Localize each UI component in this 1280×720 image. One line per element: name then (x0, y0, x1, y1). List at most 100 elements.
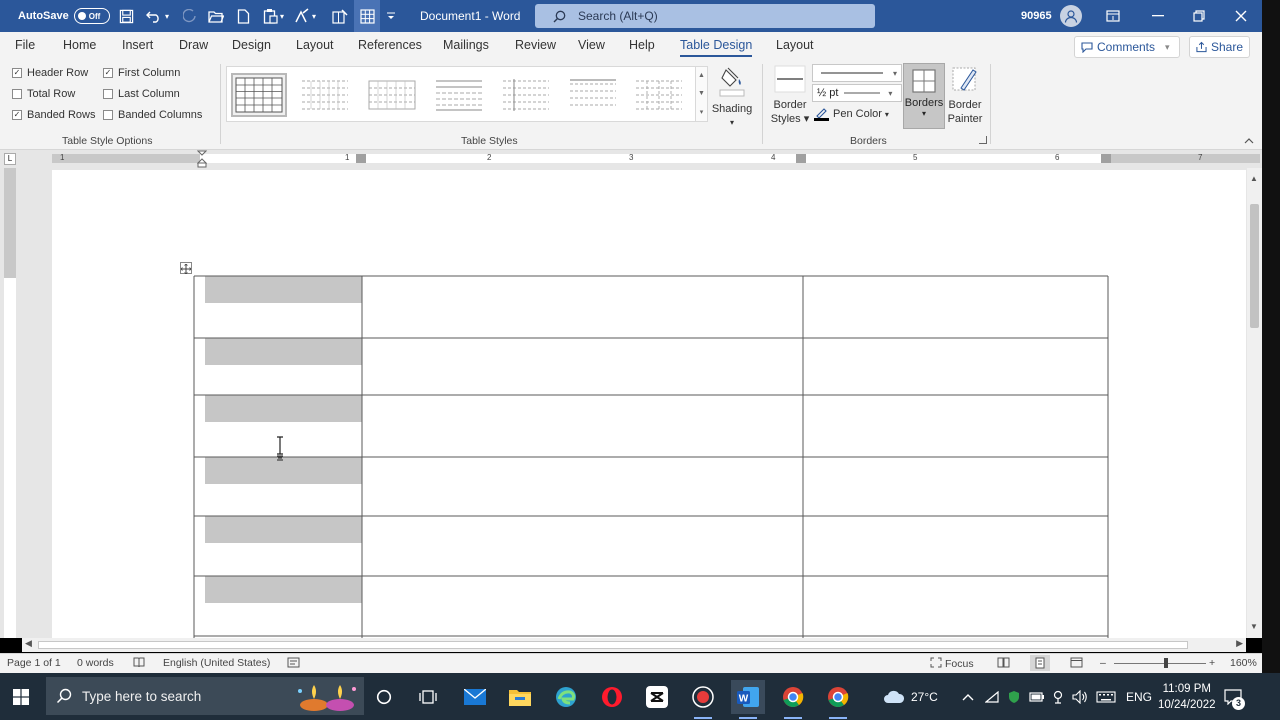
notification-center-icon[interactable]: 3 (1224, 673, 1245, 720)
restore-icon[interactable] (1193, 0, 1205, 32)
table-style-plain-3[interactable] (431, 73, 487, 117)
read-mode-icon[interactable] (997, 657, 1010, 671)
language-status[interactable]: English (United States) (163, 657, 270, 669)
open-folder-icon[interactable] (206, 0, 226, 32)
collapse-ribbon-icon[interactable] (1244, 136, 1254, 147)
banded-rows-checkbox[interactable]: ✓ Banded Rows (12, 109, 96, 121)
word-app-icon[interactable]: W (731, 680, 765, 719)
banded-columns-checkbox[interactable]: Banded Columns (103, 109, 202, 121)
autosave-toggle[interactable]: Off (73, 8, 110, 24)
first-column-checkbox[interactable]: ✓ First Column (103, 67, 180, 79)
tab-table-design[interactable]: Table Design (680, 38, 753, 57)
border-styles-button[interactable]: Border Styles ▾ (768, 64, 812, 126)
table-style-plain-1[interactable] (297, 73, 353, 117)
tab-review[interactable]: Review (515, 38, 556, 52)
scroll-up-icon[interactable]: ▲ (1250, 174, 1258, 183)
line-weight-dropdown[interactable]: ½ pt ▾ (812, 84, 902, 102)
tab-help[interactable]: Help (629, 38, 655, 52)
file-explorer-icon[interactable] (503, 680, 537, 714)
capcut-app-icon[interactable] (640, 680, 674, 714)
taskbar-search[interactable]: Type here to search (46, 677, 364, 715)
horizontal-scrollbar[interactable]: ◀ ▶ (22, 638, 1246, 652)
table-style-plain-2[interactable] (364, 73, 420, 117)
meet-now-icon[interactable] (1052, 673, 1064, 720)
document-table[interactable] (52, 170, 1246, 638)
table-style-grid-selected[interactable] (231, 73, 287, 117)
borders-dialog-launcher-icon[interactable] (979, 136, 987, 144)
header-row-checkbox[interactable]: ✓ Header Row (12, 67, 88, 79)
chrome-browser-icon-2[interactable] (821, 680, 855, 719)
insert-table-icon[interactable] (354, 0, 380, 32)
save-icon[interactable] (116, 0, 136, 32)
zoom-level[interactable]: 160% (1230, 657, 1257, 669)
windows-start-icon[interactable] (4, 680, 38, 714)
column-marker[interactable] (796, 154, 806, 163)
pen-color-button[interactable]: Pen Color ▾ (814, 107, 889, 121)
share-button[interactable]: Share (1189, 36, 1250, 58)
scroll-right-icon[interactable]: ▶ (1236, 638, 1243, 649)
customize-qat-icon[interactable] (386, 0, 396, 32)
gallery-scroll[interactable]: ▲ ▼ ▾ (695, 66, 708, 122)
account-button[interactable] (1060, 0, 1082, 32)
minimize-icon[interactable] (1152, 0, 1164, 32)
word-count[interactable]: 0 words (77, 657, 114, 669)
clock[interactable]: 11:09 PM 10/24/2022 (1158, 673, 1216, 720)
zoom-slider[interactable] (1114, 658, 1206, 668)
defender-icon[interactable] (1007, 673, 1021, 720)
undo-icon[interactable]: ▾ (144, 0, 169, 32)
macro-icon[interactable] (287, 657, 300, 671)
screen-recorder-icon[interactable] (686, 680, 720, 719)
format-painter-icon[interactable]: ▾ (292, 0, 316, 32)
autosave-control[interactable]: AutoSave Off (18, 0, 110, 32)
battery-icon[interactable] (1029, 673, 1045, 720)
print-layout-icon[interactable] (1030, 655, 1050, 671)
tab-draw[interactable]: Draw (179, 38, 208, 52)
draw-table-icon[interactable] (330, 0, 350, 32)
task-view-icon[interactable] (411, 680, 445, 714)
document-page[interactable] (52, 170, 1246, 638)
new-document-icon[interactable] (233, 0, 253, 32)
zoom-out-button[interactable]: – (1100, 657, 1106, 669)
tab-home[interactable]: Home (63, 38, 96, 52)
paste-icon[interactable]: ▾ (260, 0, 284, 32)
search-box[interactable]: Search (Alt+Q) (535, 4, 875, 28)
scroll-down-icon[interactable]: ▼ (1250, 622, 1258, 631)
indent-marker[interactable] (196, 150, 208, 168)
page-count[interactable]: Page 1 of 1 (7, 657, 61, 669)
tab-file[interactable]: File (15, 38, 35, 52)
proofing-icon[interactable] (133, 657, 145, 671)
chrome-browser-icon[interactable] (776, 680, 810, 719)
mail-app-icon[interactable] (458, 680, 492, 714)
zoom-in-button[interactable]: + (1209, 657, 1215, 669)
cortana-icon[interactable] (367, 680, 401, 714)
redo-icon[interactable] (180, 0, 200, 32)
tab-insert[interactable]: Insert (122, 38, 153, 52)
tab-selector[interactable]: L (4, 153, 16, 165)
opera-browser-icon[interactable] (595, 680, 629, 714)
scroll-left-icon[interactable]: ◀ (25, 638, 32, 649)
tab-references[interactable]: References (358, 38, 422, 52)
volume-icon[interactable] (1072, 673, 1088, 720)
tab-mailings[interactable]: Mailings (443, 38, 489, 52)
comments-button[interactable]: Comments ▾ (1074, 36, 1180, 58)
tab-view[interactable]: View (578, 38, 605, 52)
column-marker[interactable] (356, 154, 366, 163)
touch-keyboard-icon[interactable] (1096, 673, 1116, 720)
last-column-checkbox[interactable]: Last Column (103, 88, 180, 100)
shading-button[interactable]: Shading ▾ (711, 64, 753, 130)
ribbon-display-options-icon[interactable] (1106, 0, 1120, 32)
tab-table-layout[interactable]: Layout (776, 38, 814, 52)
vertical-scrollbar[interactable]: ▲ ▼ (1247, 168, 1262, 638)
tray-overflow-icon[interactable] (962, 673, 974, 720)
column-marker[interactable] (1101, 154, 1111, 163)
web-layout-icon[interactable] (1070, 657, 1083, 671)
focus-button[interactable]: Focus (930, 657, 974, 670)
borders-button[interactable]: Borders ▾ (903, 63, 945, 129)
border-painter-button[interactable]: Border Painter (945, 64, 985, 126)
tab-layout[interactable]: Layout (296, 38, 334, 52)
total-row-checkbox[interactable]: Total Row (12, 88, 75, 100)
table-style-plain-5[interactable] (565, 73, 621, 117)
line-style-dropdown[interactable]: ▾ (812, 64, 902, 82)
weather-widget[interactable]: 27°C (883, 673, 938, 720)
input-language[interactable]: ENG (1126, 673, 1152, 720)
